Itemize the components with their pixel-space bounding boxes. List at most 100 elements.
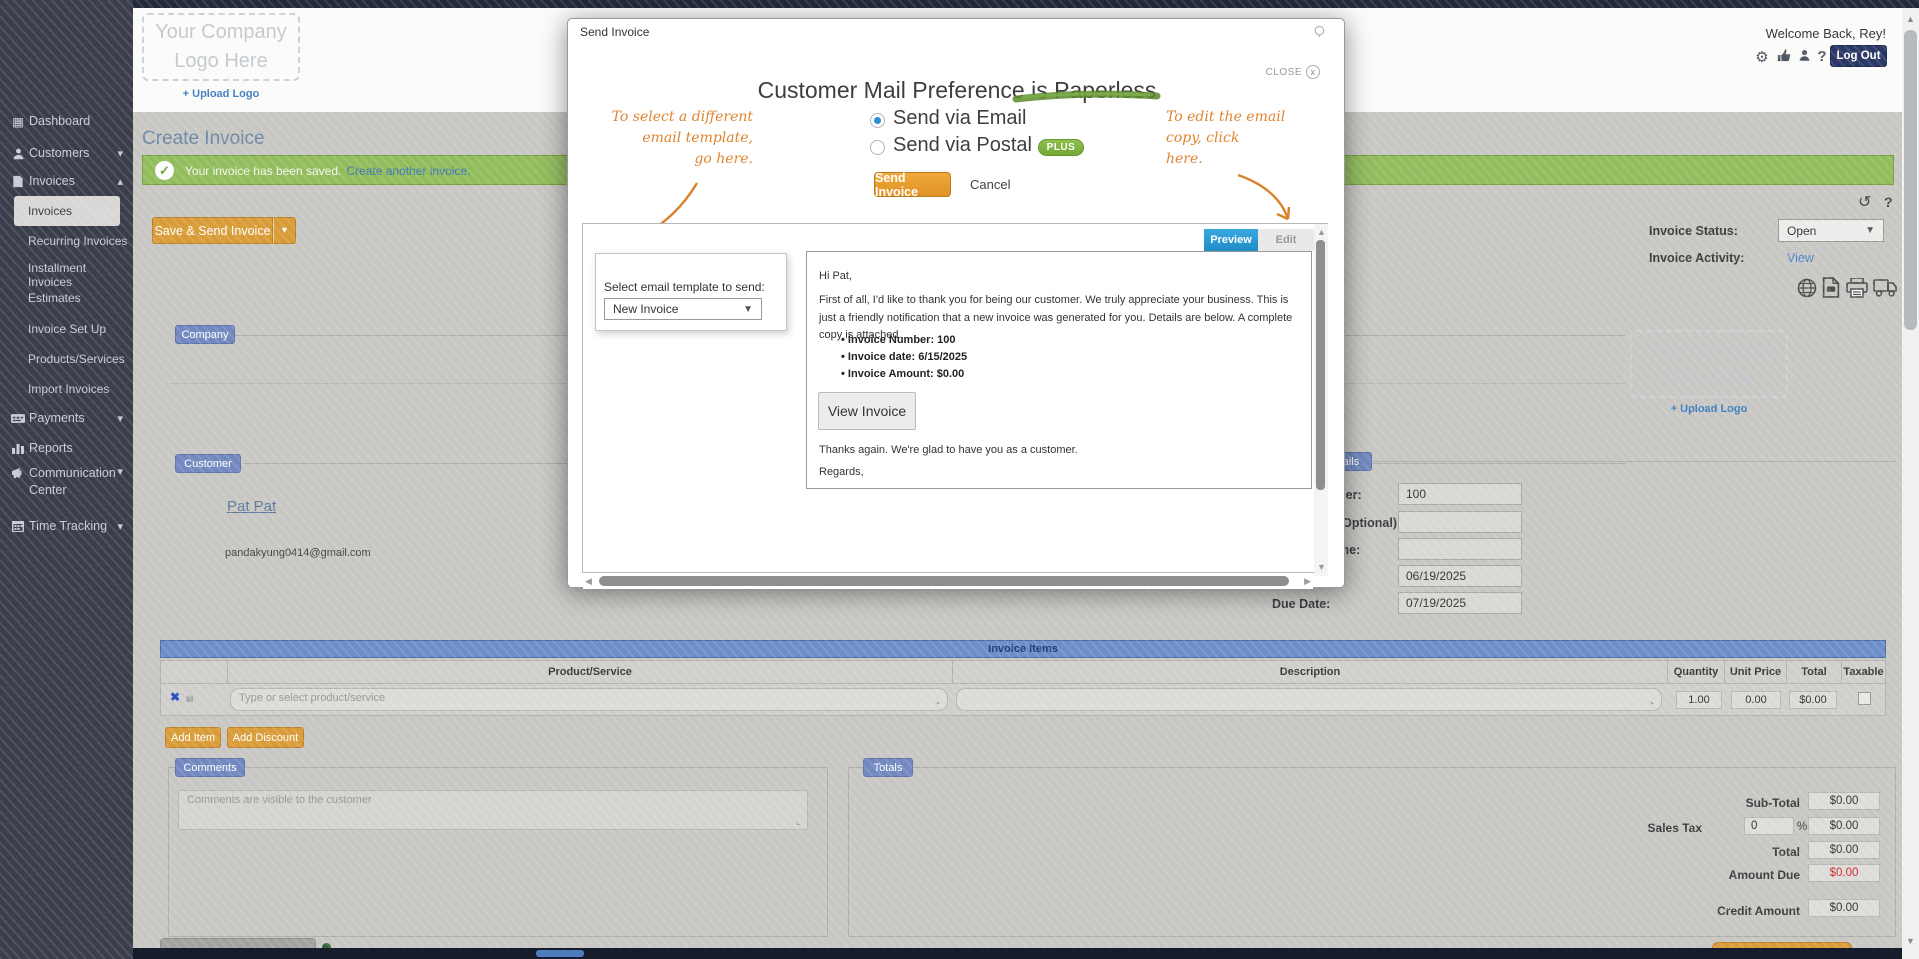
scroll-left-icon[interactable]: ◀: [585, 576, 592, 587]
page-vertical-scrollbar[interactable]: ▲ ▼: [1902, 8, 1919, 959]
sidebar-subitem-recurring-invoices[interactable]: Recurring Invoices: [28, 234, 128, 248]
chevron-down-icon: ▾: [117, 520, 123, 533]
scroll-right-icon[interactable]: ▶: [1304, 576, 1311, 587]
po-number-field[interactable]: [1398, 511, 1522, 533]
sidebar-item-dashboard[interactable]: ▦ Dashboard: [0, 110, 133, 132]
email-greeting: Hi Pat,: [819, 270, 852, 282]
sidebar-item-payments[interactable]: Payments ▾: [0, 407, 133, 429]
sidebar-subitem-invoices-active[interactable]: Invoices: [14, 196, 120, 226]
dashboard-icon: ▦: [10, 114, 26, 129]
send-via-email-radio[interactable]: [870, 113, 885, 128]
drag-handle-icon[interactable]: ▤: [186, 694, 194, 703]
sidebar-item-invoices[interactable]: Invoices ▴: [0, 170, 133, 192]
due-date-field[interactable]: 07/19/2025: [1398, 592, 1522, 614]
hint-icon[interactable]: [1313, 25, 1326, 43]
tab-edit[interactable]: Edit: [1258, 229, 1314, 251]
print-icon[interactable]: [1846, 278, 1868, 303]
chevron-down-icon: ▼: [1865, 225, 1875, 236]
scrollbar-thumb[interactable]: [599, 576, 1289, 586]
company-logo-placeholder[interactable]: Your Company Logo Here: [142, 13, 300, 81]
email-bullet-invoice-date: • Invoice date: 6/15/2025: [841, 351, 967, 363]
save-send-invoice-button[interactable]: Save & Send Invoice: [152, 217, 273, 244]
comments-textarea[interactable]: [178, 790, 808, 830]
sidebar-subitem-estimates[interactable]: Estimates: [28, 291, 128, 305]
cancel-button[interactable]: Cancel: [970, 177, 1010, 192]
scroll-up-icon[interactable]: ▲: [1906, 14, 1915, 24]
scrollbar-thumb[interactable]: [1904, 30, 1917, 330]
email-bullet-invoice-number: • Invoice Number: 100: [841, 334, 956, 346]
sidebar-item-communication-center[interactable]: Communication Center ▾: [0, 465, 133, 501]
invoice-company-logo-placeholder[interactable]: Your Company Logo Here: [1630, 330, 1788, 398]
resize-handle-icon[interactable]: ⌟: [795, 821, 806, 825]
view-invoice-button[interactable]: View Invoice: [818, 392, 916, 430]
send-via-postal-label[interactable]: Send via Postal: [893, 134, 1032, 157]
scroll-down-icon[interactable]: ▼: [1317, 562, 1326, 572]
help-icon[interactable]: ?: [1884, 194, 1893, 210]
sidebar-item-customers[interactable]: Customers ▾: [0, 142, 133, 164]
sidebar-item-time-tracking[interactable]: Time Tracking ▾: [0, 515, 133, 537]
sidebar-item-label: Invoices: [28, 204, 72, 218]
invoice-status-select[interactable]: Open ▼: [1778, 219, 1884, 242]
gear-icon[interactable]: ⚙: [1753, 48, 1771, 66]
add-discount-button[interactable]: Add Discount: [227, 727, 304, 748]
scrollbar-thumb[interactable]: [536, 950, 584, 957]
delete-row-icon[interactable]: ✖: [170, 690, 180, 704]
pdf-file-icon[interactable]: [1821, 277, 1841, 303]
sidebar-item-label: Communication Center: [29, 465, 116, 499]
logout-button[interactable]: Log Out: [1830, 45, 1887, 67]
tab-preview[interactable]: Preview: [1204, 229, 1258, 251]
globe-icon[interactable]: [1797, 278, 1817, 303]
resize-handle-icon[interactable]: ⌟: [1649, 700, 1660, 704]
upload-logo-link[interactable]: + Upload Logo: [151, 88, 291, 100]
sidebar-subitem-invoice-set-up[interactable]: Invoice Set Up: [28, 322, 128, 336]
upload-logo-link[interactable]: + Upload Logo: [1639, 403, 1779, 415]
modal-horizontal-scrollbar[interactable]: ◀ ▶: [583, 573, 1313, 589]
description-input[interactable]: [956, 688, 1662, 711]
invoice-activity-view-link[interactable]: View: [1787, 251, 1814, 265]
scrollbar-thumb[interactable]: [1316, 240, 1325, 490]
check-circle-icon: ✓: [155, 161, 174, 180]
delivery-truck-icon[interactable]: [1873, 279, 1897, 302]
unit-price-input[interactable]: 0.00: [1731, 691, 1781, 709]
invoice-date-field[interactable]: 06/19/2025: [1398, 565, 1522, 587]
invoice-status-label: Invoice Status:: [1649, 224, 1738, 238]
user-icon[interactable]: [1795, 48, 1813, 66]
taxable-checkbox[interactable]: [1858, 692, 1871, 705]
customer-section-tag: Customer: [175, 454, 241, 473]
sales-tax-rate-input[interactable]: 0: [1744, 817, 1794, 835]
note-line: here.: [1166, 151, 1203, 167]
create-another-invoice-link[interactable]: Create another invoice.: [346, 164, 470, 178]
quantity-input[interactable]: 1.00: [1676, 691, 1722, 709]
top-strip: [133, 0, 1919, 8]
modal-vertical-scrollbar[interactable]: ▲ ▼: [1314, 224, 1328, 576]
send-invoice-button[interactable]: Send Invoice: [874, 172, 951, 197]
add-item-button[interactable]: Add Item: [165, 727, 221, 748]
template-select[interactable]: New Invoice ▼: [604, 298, 762, 320]
customer-name-link[interactable]: Pat Pat: [227, 498, 276, 515]
total-value: $0.00: [1830, 844, 1859, 856]
sidebar-subitem-installment-invoices[interactable]: Installment Invoices: [28, 261, 128, 289]
invoice-number-field[interactable]: 100: [1398, 483, 1522, 505]
column-header-product-service: Product/Service: [227, 660, 953, 684]
sidebar-subitem-import-invoices[interactable]: Import Invoices: [28, 382, 128, 396]
history-icon[interactable]: ↺: [1858, 192, 1871, 212]
name-field[interactable]: [1398, 538, 1522, 560]
send-via-postal-radio[interactable]: [870, 140, 885, 155]
page-horizontal-scrollbar[interactable]: [133, 948, 1902, 959]
scroll-down-icon[interactable]: ▼: [1906, 936, 1915, 946]
customer-email: pandakyung0414@gmail.com: [225, 547, 371, 559]
resize-handle-icon[interactable]: ⌟: [935, 700, 946, 704]
product-service-input[interactable]: [230, 688, 948, 711]
thumbs-up-icon[interactable]: [1775, 48, 1793, 66]
invoice-icon: [10, 175, 26, 188]
company-section-tag: Company: [175, 325, 235, 344]
sidebar-item-reports[interactable]: Reports: [0, 437, 133, 459]
send-via-email-label[interactable]: Send via Email: [893, 107, 1026, 130]
note-edit-email: To edit the email copy, click here.: [1166, 107, 1286, 170]
scroll-up-icon[interactable]: ▲: [1317, 227, 1326, 237]
user-icon: [10, 147, 26, 160]
save-send-dropdown-caret[interactable]: ▾: [273, 217, 296, 244]
email-bullet-invoice-amount: • Invoice Amount: $0.00: [841, 368, 964, 380]
sidebar-subitem-products-services[interactable]: Products/Services: [28, 352, 128, 366]
help-icon[interactable]: ?: [1813, 48, 1831, 65]
